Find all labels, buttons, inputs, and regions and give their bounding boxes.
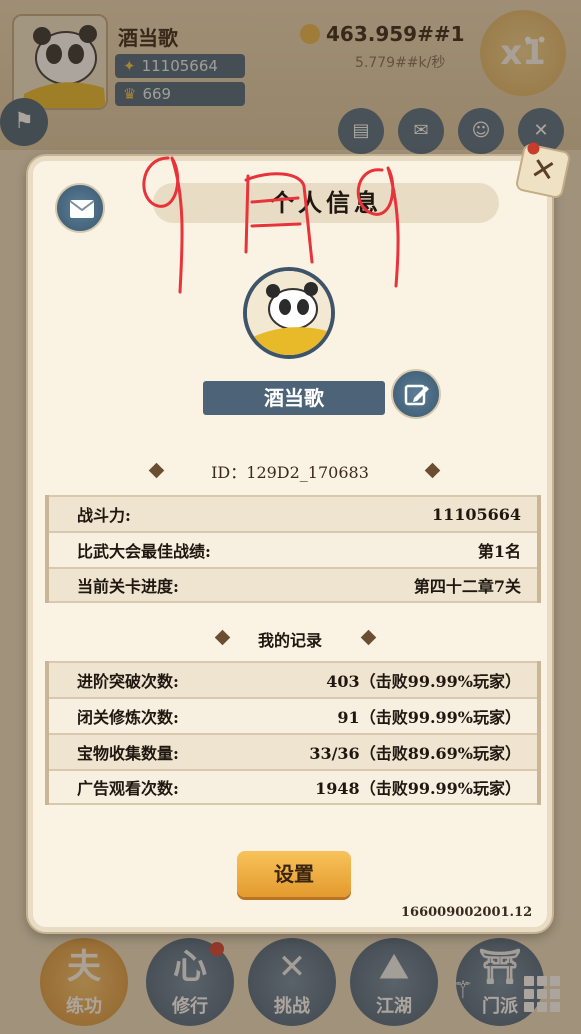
mail-icon: [69, 200, 95, 218]
record-label: 宝物收集数量:: [77, 744, 179, 763]
table-row: 闭关修炼次数: 91（击败99.99%玩家）: [49, 697, 537, 733]
profile-dialog: 个人信息 ✕ 酒当歌 ID：129D2_170683 战斗力: 11105664: [28, 141, 572, 932]
record-value: 1948（击败99.99%玩家）: [315, 779, 521, 798]
settings-button[interactable]: 设置: [237, 851, 351, 897]
record-label: 广告观看次数:: [77, 779, 179, 798]
record-label: 闭关修炼次数:: [77, 708, 179, 727]
records-title: 我的记录: [257, 631, 322, 650]
record-value: 403（击败99.99%玩家）: [326, 672, 521, 691]
stat-label: 当前关卡进度:: [77, 577, 179, 596]
dialog-title: 个人信息: [270, 189, 382, 217]
table-row: 战斗力: 11105664: [49, 495, 537, 531]
stats-table: 战斗力: 11105664 比武大会最佳战绩: 第1名 当前关卡进度: 第四十二…: [45, 495, 541, 603]
title-bar: 个人信息: [153, 183, 499, 223]
profile-avatar: [243, 267, 335, 359]
player-id: ID：129D2_170683: [211, 463, 369, 482]
edit-icon: [404, 384, 429, 406]
record-label: 进阶突破次数:: [77, 672, 179, 691]
version-number: 166009002001.12: [401, 905, 533, 920]
stat-label: 战斗力:: [77, 506, 131, 525]
table-row: 当前关卡进度: 第四十二章7关: [49, 567, 537, 603]
records-table: 进阶突破次数: 403（击败99.99%玩家） 闭关修炼次数: 91（击败99.…: [45, 661, 541, 805]
table-row: 比武大会最佳战绩: 第1名: [49, 531, 537, 567]
stat-label: 比武大会最佳战绩:: [77, 542, 211, 561]
stat-value: 11105664: [431, 504, 521, 524]
profile-name: 酒当歌: [203, 381, 385, 415]
mail-button[interactable]: [55, 183, 105, 233]
record-value: 33/36（击败89.69%玩家）: [309, 744, 521, 763]
record-value: 91（击败99.99%玩家）: [337, 708, 521, 727]
edit-name-button[interactable]: [391, 369, 441, 419]
table-row: 进阶突破次数: 403（击败99.99%玩家）: [49, 661, 537, 697]
table-row: 广告观看次数: 1948（击败99.99%玩家）: [49, 769, 537, 805]
close-button[interactable]: ✕: [514, 141, 572, 200]
stat-value: 第四十二章7关: [413, 577, 521, 596]
table-row: 宝物收集数量: 33/36（击败89.69%玩家）: [49, 733, 537, 769]
stat-value: 第1名: [477, 542, 521, 561]
